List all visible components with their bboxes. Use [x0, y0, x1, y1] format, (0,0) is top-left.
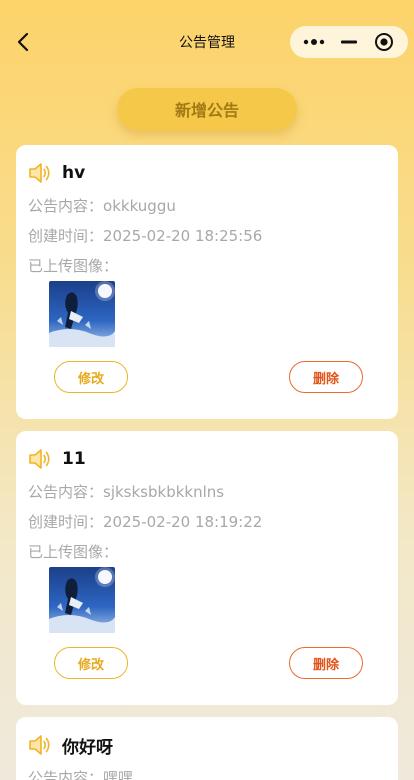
content-row: 公告内容：嘿嘿 — [28, 767, 386, 780]
delete-button[interactable]: 删除 — [289, 361, 363, 393]
close-button[interactable] — [369, 30, 399, 54]
images-label: 已上传图像： — [28, 543, 119, 561]
content-label: 公告内容： — [28, 483, 104, 501]
more-dots-icon — [303, 39, 324, 45]
announcement-card: 11 公告内容：sjksksbkbkknlns 创建时间：2025-02-20 … — [16, 431, 398, 705]
content-value: 嘿嘿 — [103, 769, 134, 780]
edit-button[interactable]: 修改 — [54, 361, 128, 393]
edit-button[interactable]: 修改 — [54, 647, 128, 679]
card-header: 11 — [28, 445, 386, 473]
more-button[interactable] — [299, 30, 329, 54]
content-label: 公告内容： — [28, 197, 104, 215]
content-label: 公告内容： — [28, 769, 104, 780]
content-row: 公告内容：sjksksbkbkknlns — [28, 481, 386, 503]
content-row: 公告内容：okkkuggu — [28, 195, 386, 217]
nav-bar: 公告管理 — [0, 0, 414, 84]
speaker-icon — [29, 735, 50, 755]
speaker-icon — [29, 163, 50, 183]
announcement-title: hv — [62, 163, 86, 183]
target-circle-icon — [375, 33, 394, 51]
uploaded-image-thumbnail[interactable] — [49, 567, 115, 633]
content-value: okkkuggu — [103, 197, 176, 215]
time-label: 创建时间： — [28, 227, 104, 245]
time-row: 创建时间：2025-02-20 18:25:56 — [28, 225, 386, 247]
announcement-title: 11 — [62, 449, 86, 469]
card-actions: 修改 删除 — [28, 347, 386, 407]
images-label: 已上传图像： — [28, 257, 119, 275]
add-announcement-button[interactable]: 新增公告 — [117, 88, 297, 130]
time-value: 2025-02-20 18:25:56 — [103, 227, 263, 245]
uploaded-image-thumbnail[interactable] — [49, 281, 115, 347]
announcement-title: 你好呀 — [62, 737, 113, 758]
announcement-card: 你好呀 公告内容：嘿嘿 — [16, 717, 398, 780]
announcement-card: hv 公告内容：okkkuggu 创建时间：2025-02-20 18:25:5… — [16, 145, 398, 419]
card-actions: 修改 删除 — [28, 633, 386, 693]
minimize-button[interactable] — [334, 30, 364, 54]
time-row: 创建时间：2025-02-20 18:19:22 — [28, 511, 386, 533]
delete-button[interactable]: 删除 — [289, 647, 363, 679]
time-value: 2025-02-20 18:19:22 — [103, 513, 263, 531]
anime-artwork-image — [49, 567, 115, 633]
time-label: 创建时间： — [28, 513, 104, 531]
card-header: hv — [28, 159, 386, 187]
anime-artwork-image — [49, 281, 115, 347]
speaker-icon — [29, 449, 50, 469]
card-header: 你好呀 — [28, 731, 386, 759]
content-value: sjksksbkbkknlns — [103, 483, 225, 501]
minimize-icon — [340, 40, 357, 44]
mini-program-capsule — [290, 26, 408, 58]
